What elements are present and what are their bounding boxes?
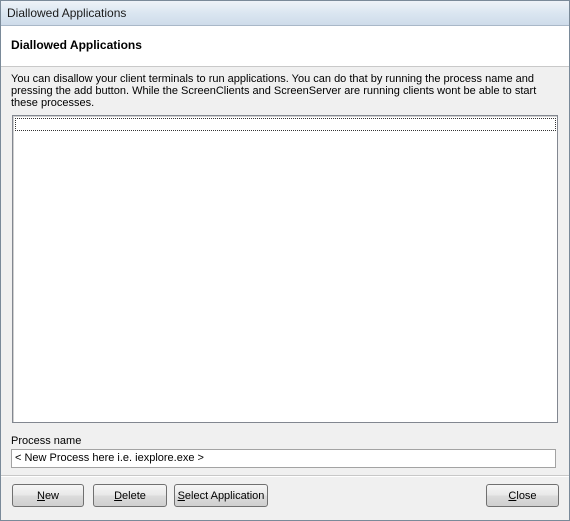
new-button-accel: N [36,489,45,502]
title-bar[interactable]: Diallowed Applications [1,1,569,26]
close-button[interactable]: Close [486,484,559,507]
delete-button-label: elete [122,489,146,502]
process-name-label: Process name [11,435,82,447]
new-button-label: ew [44,489,59,502]
new-button[interactable]: New [12,484,84,507]
list-focus-row[interactable] [15,118,556,131]
select-application-button[interactable]: Select Application [174,484,268,507]
divider [1,475,569,477]
select-button-accel: S [177,489,185,502]
disallowed-process-list[interactable] [12,115,558,423]
dialog-window: Diallowed Applications Diallowed Applica… [0,0,570,521]
close-button-label: lose [516,489,537,502]
window-title: Diallowed Applications [7,6,127,20]
delete-button-accel: D [114,489,123,502]
delete-button[interactable]: Delete [93,484,167,507]
page-title: Diallowed Applications [11,38,142,52]
header-panel: Diallowed Applications [1,26,569,67]
description-text: You can disallow your client terminals t… [11,73,537,109]
select-button-label: elect Application [184,489,265,502]
process-name-input[interactable] [11,449,556,468]
